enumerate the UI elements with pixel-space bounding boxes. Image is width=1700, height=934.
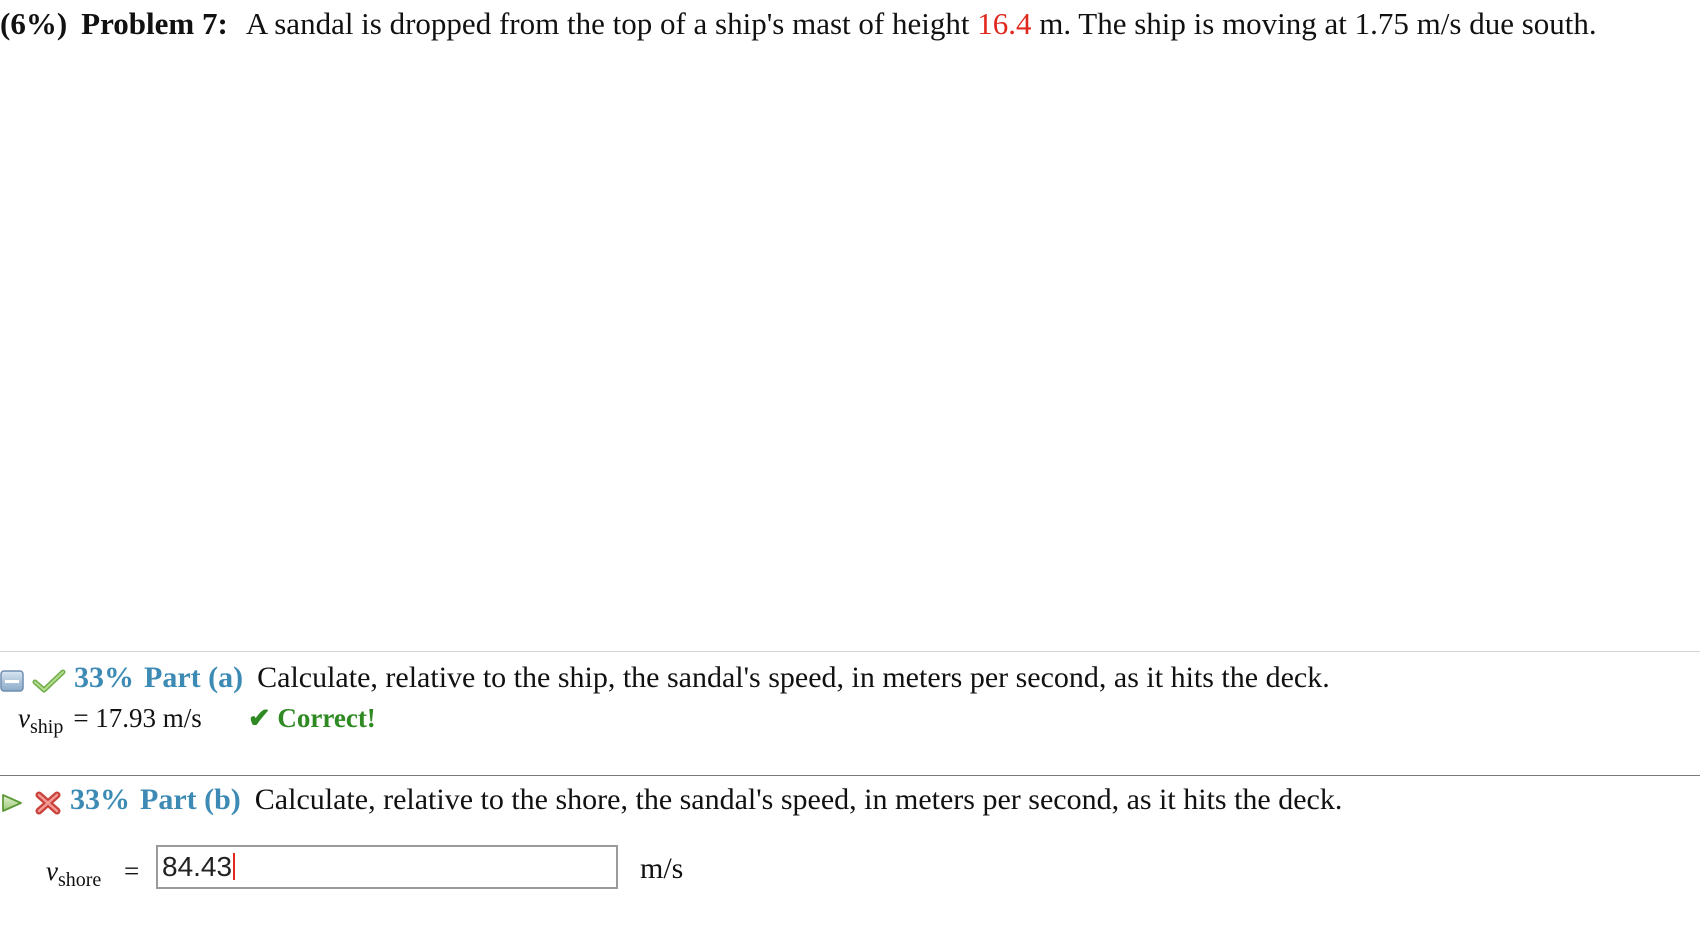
- part-a-percent: 33%: [74, 661, 134, 694]
- problem-weight: (6%): [0, 6, 68, 41]
- part-b-subscript: shore: [57, 869, 102, 891]
- part-b-variable: vshore: [46, 853, 101, 898]
- problem-text-after: m. The ship is moving at 1.75 m/s due so…: [1031, 6, 1597, 41]
- answer-input[interactable]: 84.43: [156, 845, 618, 889]
- answer-input-value[interactable]: 84.43: [162, 851, 232, 882]
- part-b-question: Calculate, relative to the shore, the sa…: [254, 783, 1343, 816]
- divider: [0, 651, 1700, 652]
- mast-height-value: 16.4: [977, 6, 1032, 41]
- part-a-variable: v: [18, 703, 30, 733]
- part-a-header: 33% Part (a) Calculate, relative to the …: [0, 658, 1330, 698]
- part-b-label: Part (b): [140, 783, 241, 816]
- text-caret: [233, 853, 236, 880]
- part-a-label: Part (a): [144, 661, 244, 694]
- part-b-percent: 33%: [70, 783, 130, 816]
- part-a-subscript: ship: [29, 716, 64, 738]
- part-a-answer: vship = 17.93 m/s: [18, 700, 202, 745]
- part-b-unit: m/s: [640, 852, 684, 885]
- checkmark-icon: [32, 665, 66, 693]
- part-a-answer-value: = 17.93 m/s: [73, 703, 202, 733]
- problem-statement: (6%) Problem 7: A sandal is dropped from t…: [0, 4, 1597, 44]
- problem-text-before: A sandal is dropped from the top of a sh…: [245, 6, 978, 41]
- divider: [0, 775, 1700, 776]
- play-arrow-icon[interactable]: [0, 787, 24, 813]
- part-b-header: 33% Part (b) Calculate, relative to the …: [0, 780, 1342, 820]
- part-b-equals: =: [124, 856, 140, 886]
- wrong-x-icon: [34, 787, 62, 815]
- part-a-question: Calculate, relative to the ship, the san…: [257, 661, 1330, 694]
- part-b-variable-symbol: v: [46, 856, 58, 886]
- correct-feedback: ✔ Correct!: [248, 703, 376, 733]
- problem-label: Problem 7:: [81, 6, 228, 41]
- problem-text: A sandal is dropped from the top of a sh…: [246, 6, 1597, 41]
- collapse-icon[interactable]: [0, 665, 24, 692]
